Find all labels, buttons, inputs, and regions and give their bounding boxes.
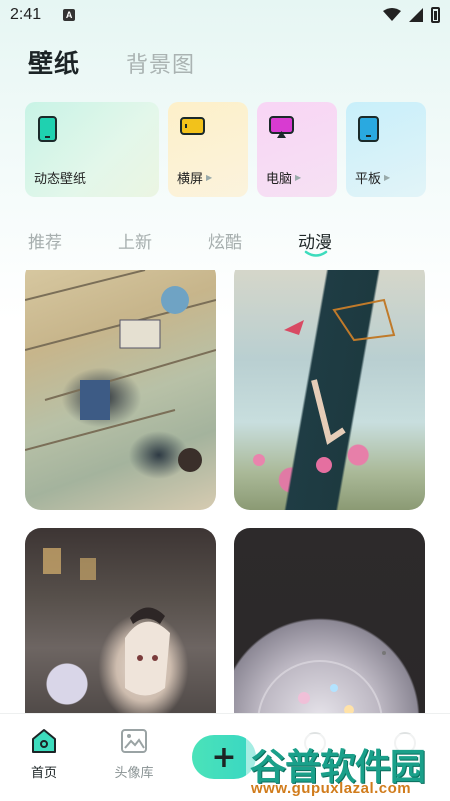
nav-avatar-library[interactable]: 头像库 — [104, 728, 164, 781]
wallpaper-grid — [25, 270, 425, 715]
category-label: 电脑 ▶ — [266, 172, 302, 187]
category-cards: 动态壁纸 横屏 ▶ 电脑 ▶ 平板 ▶ — [25, 102, 426, 197]
category-label: 动态壁纸 — [34, 172, 87, 187]
phone-icon — [38, 116, 57, 142]
category-tablet[interactable]: 平板 ▶ — [346, 102, 426, 197]
battery-icon — [431, 7, 440, 23]
wallpaper-tile-anime-gothic-girl[interactable] — [25, 528, 216, 715]
wallpaper-tile-crystal-ball[interactable] — [234, 528, 425, 715]
watermark-url: www.gupuxlazal.com — [251, 780, 412, 797]
wallpaper-tile-anime-girl-flowers[interactable] — [234, 270, 425, 510]
tab-background[interactable]: 背景图 — [126, 47, 195, 79]
gothic-illustration — [43, 548, 170, 696]
image-icon — [121, 729, 147, 753]
wallpaper-tile-anime-classroom[interactable] — [25, 270, 216, 510]
signal-icon — [409, 8, 423, 22]
arrow-right-icon: ▶ — [295, 173, 302, 182]
category-label: 横屏 ▶ — [177, 172, 213, 187]
nav-home[interactable]: 首页 — [14, 728, 74, 781]
monitor-icon — [269, 116, 294, 138]
tablet-icon — [358, 116, 379, 142]
girl-illustration — [253, 298, 396, 473]
tab-cool[interactable]: 炫酷 — [208, 228, 242, 253]
category-landscape[interactable]: 横屏 ▶ — [168, 102, 248, 197]
tab-new[interactable]: 上新 — [118, 228, 152, 253]
category-pc[interactable]: 电脑 ▶ — [257, 102, 337, 197]
arrow-right-icon: ▶ — [206, 173, 213, 182]
active-tab-indicator — [304, 250, 328, 257]
top-tabs: 壁纸 背景图 — [28, 44, 195, 80]
nav-home-label: 首页 — [30, 766, 57, 781]
tab-recommended[interactable]: 推荐 — [28, 228, 62, 253]
nav-avatar-library-label: 头像库 — [114, 766, 154, 781]
status-icons — [383, 7, 440, 23]
notification-a-icon: A — [63, 9, 76, 21]
home-icon — [32, 729, 56, 753]
arrow-right-icon: ▶ — [384, 173, 391, 182]
status-bar: 2:41 A — [0, 0, 450, 30]
status-time: 2:41 — [10, 6, 42, 23]
watermark: 谷普软件园 www.gupuxlazal.com — [246, 734, 450, 801]
classroom-illustration — [25, 270, 216, 472]
crystal-ball-illustration — [257, 651, 386, 715]
category-label: 平板 ▶ — [355, 172, 391, 187]
tab-wallpaper[interactable]: 壁纸 — [28, 44, 80, 80]
category-live-wallpaper[interactable]: 动态壁纸 — [25, 102, 159, 197]
landscape-icon — [180, 117, 205, 135]
wifi-icon — [383, 8, 401, 21]
